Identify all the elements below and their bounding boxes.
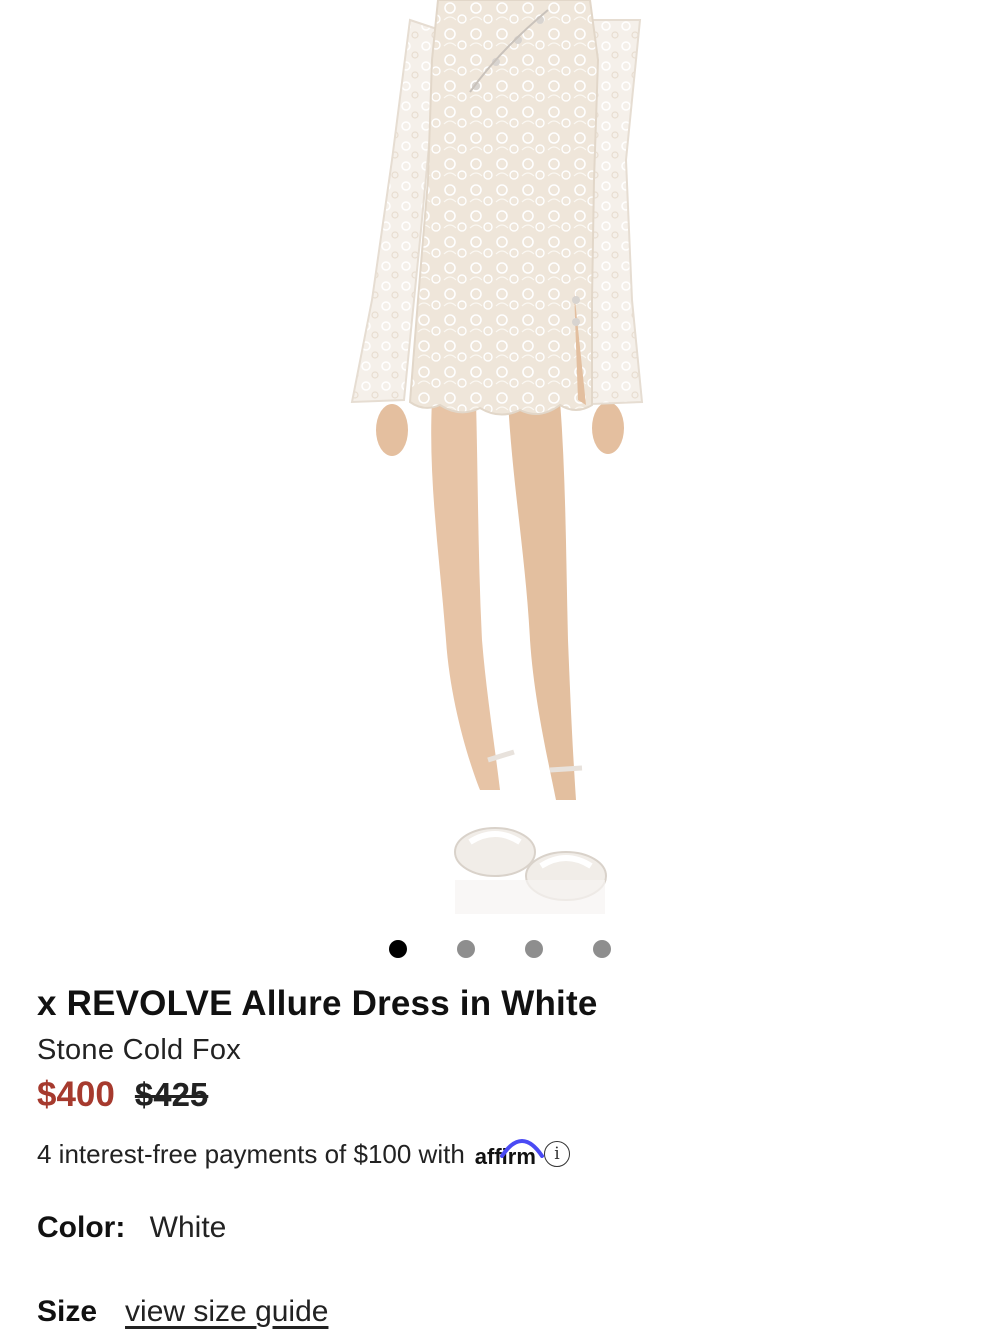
color-separator: : [115,1211,126,1244]
size-guide-link[interactable]: view size guide [125,1295,328,1329]
carousel-dot-2[interactable] [457,940,475,958]
price-row: $400 $425 [37,1075,208,1119]
size-option: Size view size guide [37,1295,328,1329]
carousel-dot-4[interactable] [593,940,611,958]
brand-name[interactable]: Stone Cold Fox [37,1034,241,1067]
info-icon[interactable]: i [543,1141,570,1167]
affirm-arc-icon [499,1139,544,1158]
carousel-dot-1[interactable] [389,940,407,958]
color-label: Color [37,1211,116,1244]
installments-text: 4 interest-free payments of $100 with [37,1138,465,1169]
right-leg-shape [508,400,576,800]
affirm-logo: affirm [475,1138,544,1170]
product-image[interactable] [0,0,1000,920]
left-leg-shape [431,400,500,790]
carousel-dot-3[interactable] [525,940,543,958]
color-option: Color: White [37,1211,226,1245]
sale-price: $400 [37,1075,115,1114]
size-label: Size [37,1295,98,1328]
original-price: $425 [134,1076,209,1113]
dress-photo [350,0,644,914]
affirm-installments: 4 interest-free payments of $100 with af… [37,1136,570,1172]
product-title: x REVOLVE Allure Dress in White [37,984,598,1023]
carousel-dots [0,938,1000,960]
dress-body-shape [408,0,600,416]
color-value: White [149,1211,227,1244]
